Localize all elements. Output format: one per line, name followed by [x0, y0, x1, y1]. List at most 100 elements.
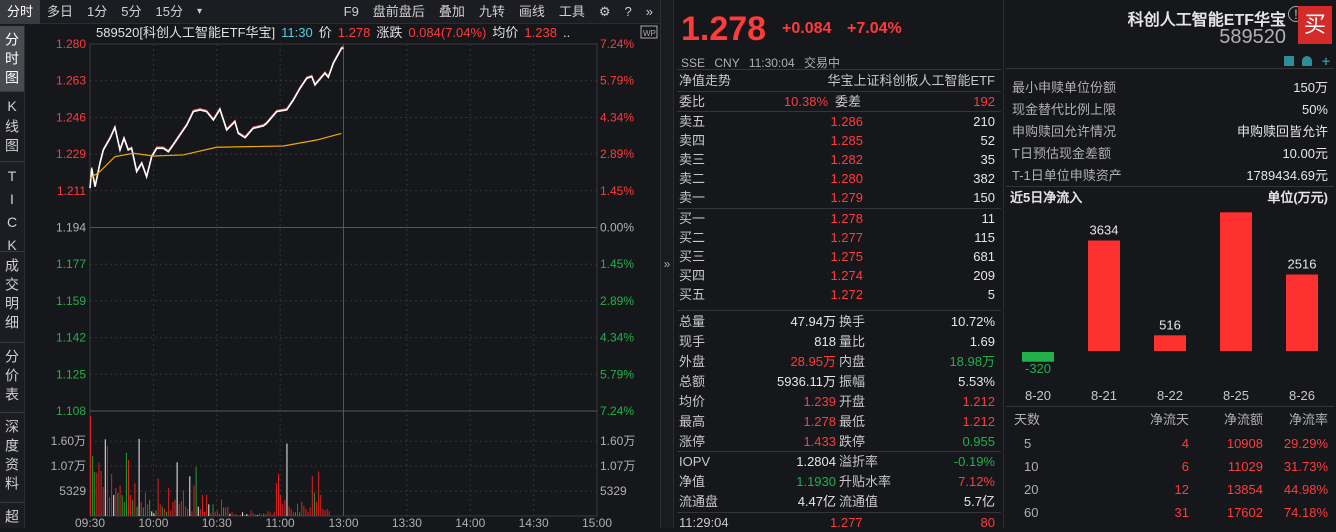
- flow-day-label: 8-25: [1223, 388, 1249, 403]
- tab-5min[interactable]: 5分: [114, 0, 148, 24]
- subscribe-row: 申购赎回允许情况 申购赎回皆允许: [1004, 122, 1336, 141]
- bid-row[interactable]: 买二 1.277 115: [675, 228, 1003, 247]
- stat-label: IOPV: [679, 454, 711, 469]
- bid-row[interactable]: 买一 1.278 11: [675, 209, 1003, 228]
- side-tab-price-table[interactable]: 分价表: [0, 343, 24, 413]
- buy-button[interactable]: 买: [1298, 6, 1332, 44]
- time-tick: 11:00: [266, 516, 295, 528]
- stat-row: IOPV 1.2804 溢折率 -0.19%: [675, 452, 1003, 471]
- level-volume: 150: [973, 190, 995, 205]
- ask-row[interactable]: 卖三 1.282 35: [675, 150, 1003, 169]
- side-tab-more[interactable]: 超: [0, 503, 24, 528]
- flow-table-header: 天数 净流天 净流额 净流率: [1004, 410, 1336, 429]
- draw-button[interactable]: 画线: [512, 0, 552, 24]
- header-time: 11:30: [281, 25, 313, 40]
- price-tick: 1.229: [56, 147, 86, 161]
- subscribe-row: 现金替代比例上限 50%: [1004, 100, 1336, 119]
- side-tab-depth[interactable]: 深度资料: [0, 413, 24, 503]
- expand-icon[interactable]: »: [639, 0, 660, 24]
- level-price: 1.280: [830, 171, 863, 186]
- bid-row[interactable]: 买五 1.272 5: [675, 285, 1003, 304]
- collapse-panel-button[interactable]: »: [660, 0, 674, 528]
- flow-cell: 净流额: [1223, 412, 1263, 427]
- flow-cell: 10: [1024, 459, 1039, 474]
- level-volume: 35: [980, 152, 995, 167]
- bid-row[interactable]: 买四 1.274 209: [675, 266, 1003, 285]
- stat-value: 1.278: [803, 414, 836, 429]
- tab-15min[interactable]: 15分: [149, 0, 190, 24]
- header-chg_label: 涨跌: [376, 25, 402, 40]
- tab-multiday[interactable]: 多日: [40, 0, 80, 24]
- level-label: 买二: [679, 230, 706, 245]
- premarket-button[interactable]: 盘前盘后: [366, 0, 432, 24]
- f9-button[interactable]: F9: [337, 0, 366, 24]
- tab-fenshi[interactable]: 分时: [0, 0, 41, 24]
- pct-tick: 4.34%: [600, 110, 634, 124]
- avg-price-line: [89, 132, 342, 179]
- stat-label: 振幅: [839, 374, 866, 389]
- level-volume: 11: [981, 211, 996, 226]
- stat-row: 均价 1.239 开盘 1.212: [675, 392, 1003, 411]
- flow-cell: 31: [1174, 505, 1189, 520]
- side-tab-fenshi[interactable]: 分时图: [0, 26, 24, 92]
- header-avg: 1.238: [524, 25, 557, 40]
- chart-header: 589520[科创人工智能ETF华宝] 11:30 价 1.278 涨跌 0.084(7.…: [96, 25, 570, 40]
- stat-value: 5.7亿: [963, 494, 995, 509]
- period-dropdown-icon[interactable]: ▾: [190, 0, 209, 24]
- help-icon[interactable]: ?: [618, 0, 639, 24]
- subscribe-label: T-1日单位申赎资产: [1012, 168, 1122, 183]
- ask-row[interactable]: 卖五 1.286 210: [675, 112, 1003, 131]
- flow-cell: 10908: [1226, 436, 1263, 451]
- time-tick: 10:00: [138, 516, 168, 528]
- stat-label: 现手: [679, 334, 706, 349]
- ask-row[interactable]: 卖一 1.279 150: [675, 188, 1003, 207]
- side-tabs: 分时图 K线图 TICK 成交明细 分价表 深度资料 超: [0, 25, 25, 528]
- flow-value-label: 3634: [1090, 223, 1119, 238]
- stat-label: 升贴水率: [839, 474, 892, 489]
- overlay-button[interactable]: 叠加: [432, 0, 472, 24]
- stat-value: 5936.11万: [776, 374, 836, 389]
- stat-label: 流通值: [839, 494, 879, 509]
- side-tab-trades[interactable]: 成交明细: [0, 252, 24, 343]
- time-tick: 09:30: [75, 516, 105, 528]
- flow-cell: 天数: [1014, 412, 1041, 427]
- level-volume: 382: [973, 171, 995, 186]
- pct-tick: 5.79%: [600, 74, 634, 88]
- bid-row[interactable]: 买三 1.275 681: [675, 247, 1003, 266]
- stat-row: 外盘 28.95万 内盘 18.98万: [675, 352, 1003, 371]
- stat-label: 换手: [839, 314, 866, 329]
- side-tab-kline[interactable]: K线图: [0, 92, 24, 162]
- stat-value: 1.433: [803, 434, 836, 449]
- stat-value: 5.53%: [958, 374, 995, 389]
- side-tab-label: 深度资料: [4, 419, 20, 495]
- gear-icon[interactable]: ⚙: [592, 0, 618, 24]
- level-volume: 209: [973, 268, 995, 283]
- side-tab-tick[interactable]: TICK: [0, 162, 24, 252]
- bell-icon[interactable]: [1302, 56, 1312, 66]
- price-tick: 1.159: [56, 294, 86, 308]
- weibi-value: 10.38%: [783, 94, 828, 109]
- tools-button[interactable]: 工具: [552, 0, 592, 24]
- flow-value-label: -320: [1025, 361, 1051, 376]
- ask-row[interactable]: 卖四 1.285 52: [675, 131, 1003, 150]
- ask-row[interactable]: 卖二 1.280 382: [675, 169, 1003, 188]
- wp-icon[interactable]: WP: [640, 25, 658, 39]
- time-tick: 13:30: [392, 516, 422, 528]
- flow-cell: 29.29%: [1283, 436, 1328, 451]
- add-icon[interactable]: +: [1322, 53, 1330, 69]
- nav-trend-row[interactable]: 净值走势 华宝上证科创板人工智能ETF: [675, 71, 1003, 90]
- subscribe-label: 申购赎回允许情况: [1012, 124, 1117, 139]
- edit-icon[interactable]: [1284, 56, 1294, 66]
- level-price: 1.286: [830, 114, 863, 129]
- stat-row: 总量 47.94万 换手 10.72%: [675, 312, 1003, 331]
- flow-cell: 6: [1181, 459, 1189, 474]
- tab-1min[interactable]: 1分: [80, 0, 114, 24]
- stat-value: 1.212: [962, 394, 995, 409]
- price-change-pct: +7.04%: [847, 20, 902, 37]
- flow-bar: [1220, 212, 1252, 351]
- stat-value: 4.47亿: [797, 494, 836, 509]
- flow-bar: [1088, 240, 1120, 351]
- pct-tick: 1.45%: [600, 184, 634, 198]
- header-dots: ..: [563, 25, 570, 40]
- nine-turn-button[interactable]: 九转: [472, 0, 512, 24]
